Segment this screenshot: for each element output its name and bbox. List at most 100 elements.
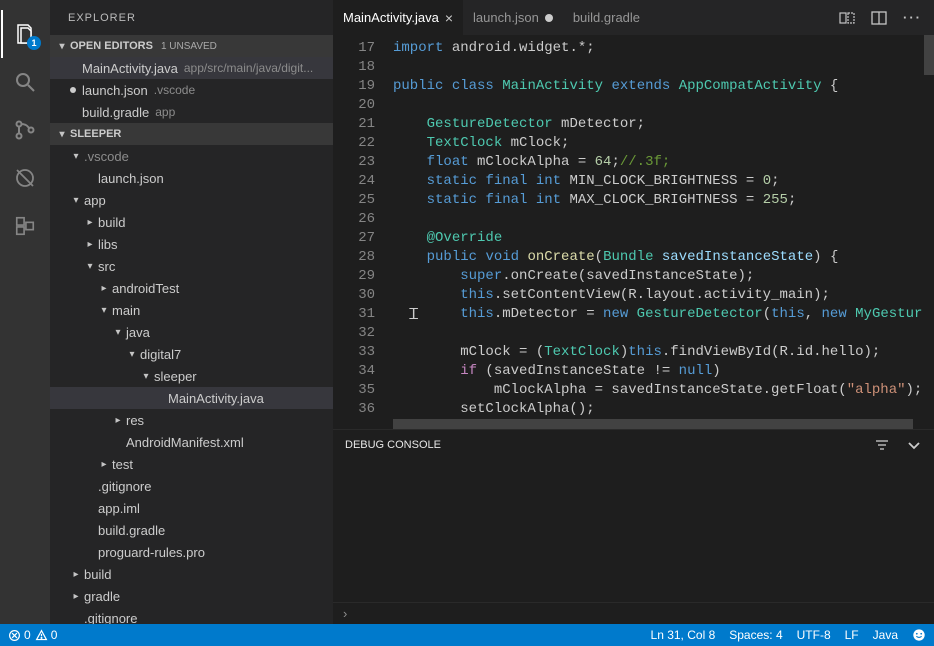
source-control-icon[interactable] [1,106,49,154]
folder-item[interactable]: ▾src [50,255,333,277]
chevron-down-icon[interactable] [906,437,922,453]
chevron-down-icon: ▾ [70,195,82,206]
spacer [154,393,166,404]
line-number: 31 [333,305,375,324]
close-icon[interactable]: × [445,10,453,26]
chevron-right-icon: ▸ [84,239,96,250]
file-item[interactable]: MainActivity.java [50,387,333,409]
file-item[interactable]: build.gradle [50,519,333,541]
compare-icon[interactable] [839,10,855,26]
folder-item[interactable]: ▾java [50,321,333,343]
editor-tab[interactable]: build.gradle [563,0,650,35]
file-item[interactable]: .gitignore [50,475,333,497]
folder-item[interactable]: ▾digital7 [50,343,333,365]
indentation-status[interactable]: Spaces: 4 [729,628,782,642]
more-icon[interactable]: ··· [903,10,922,25]
cursor-position[interactable]: Ln 31, Col 8 [651,628,716,642]
code-content[interactable]: import android.widget.*; public class Ma… [393,35,934,419]
minimap-scrollbar[interactable] [924,35,934,75]
tab-label: launch.json [473,10,539,25]
chevron-right-icon: ▸ [112,415,124,426]
search-icon[interactable] [1,58,49,106]
line-number: 28 [333,248,375,267]
folder-item[interactable]: ▾.vscode [50,145,333,167]
scrollbar-thumb[interactable] [393,419,913,429]
folder-item[interactable]: ▾sleeper [50,365,333,387]
line-number: 24 [333,172,375,191]
encoding-status[interactable]: UTF-8 [797,628,831,642]
open-editor-desc: app/src/main/java/digit... [184,61,313,75]
spacer [84,481,96,492]
open-editors-label: OPEN EDITORS [70,40,153,52]
workspace-label: SLEEPER [70,128,121,140]
horizontal-scrollbar[interactable] [333,419,934,429]
file-item[interactable]: .gitignore [50,607,333,624]
debug-console-output[interactable] [333,460,934,602]
chevron-right-icon: ▸ [70,591,82,602]
line-number: 36 [333,400,375,419]
chevron-down-icon: ▾ [70,151,82,162]
workspace-header[interactable]: ▾ SLEEPER [50,123,333,145]
line-number: 23 [333,153,375,172]
tab-actions: ··· [839,0,934,35]
open-editor-desc: .vscode [154,83,195,97]
line-number: 21 [333,115,375,134]
file-item[interactable]: launch.json [50,167,333,189]
eol-status[interactable]: LF [845,628,859,642]
language-status[interactable]: Java [873,628,898,642]
explorer-icon[interactable]: 1 [1,10,49,58]
chevron-right-icon: ▸ [70,569,82,580]
folder-item[interactable]: ▾app [50,189,333,211]
folder-item[interactable]: ▸res [50,409,333,431]
line-number: 20 [333,96,375,115]
folder-item[interactable]: ▸build [50,211,333,233]
text-cursor-icon: Ꮖ [409,306,419,325]
tab-bar: MainActivity.java× launch.json build.gradl… [333,0,934,35]
editor-tab[interactable]: launch.json [463,0,563,35]
folder-item[interactable]: ▸test [50,453,333,475]
split-editor-icon[interactable] [871,10,887,26]
debug-icon[interactable] [1,154,49,202]
debug-console-tab[interactable]: DEBUG CONSOLE [345,439,441,451]
open-editor-item[interactable]: MainActivity.javaapp/src/main/java/digit… [50,57,333,79]
open-editor-item[interactable]: launch.json.vscode [50,79,333,101]
open-editor-item[interactable]: build.gradleapp [50,101,333,123]
folder-item[interactable]: ▸gradle [50,585,333,607]
feedback-icon[interactable] [912,628,926,642]
folder-item[interactable]: ▸androidTest [50,277,333,299]
status-bar: 0 0 Ln 31, Col 8 Spaces: 4 UTF-8 LF Java [0,624,934,646]
code-editor[interactable]: 1718192021222324252627282930313233343536… [333,35,934,419]
editor-area: MainActivity.java× launch.json build.gradl… [333,0,934,624]
file-item[interactable]: app.iml [50,497,333,519]
folder-item[interactable]: ▸libs [50,233,333,255]
tree-item-label: app [84,193,106,208]
open-editors-header[interactable]: ▾ OPEN EDITORS 1 UNSAVED [50,35,333,57]
editor-tab[interactable]: MainActivity.java× [333,0,463,35]
modified-dot-icon [70,87,76,93]
file-item[interactable]: AndroidManifest.xml [50,431,333,453]
line-number: 35 [333,381,375,400]
file-item[interactable]: proguard-rules.pro [50,541,333,563]
line-number: 32 [333,324,375,343]
folder-item[interactable]: ▾main [50,299,333,321]
breadcrumb[interactable]: › [333,602,934,624]
sidebar: EXPLORER ▾ OPEN EDITORS 1 UNSAVED MainAc… [50,0,333,624]
activity-bar: 1 [0,0,50,624]
unsaved-count: 1 UNSAVED [161,41,217,52]
tree-item-label: .vscode [84,149,129,164]
tree-item-label: src [98,259,115,274]
extensions-icon[interactable] [1,202,49,250]
line-number: 19 [333,77,375,96]
spacer [70,613,82,624]
tree-item-label: digital7 [140,347,181,362]
chevron-down-icon: ▾ [126,349,138,360]
errors-status[interactable]: 0 [8,628,31,642]
tree-item-label: test [112,457,133,472]
tree-item-label: MainActivity.java [168,391,264,406]
chevron-right-icon: ▸ [98,283,110,294]
folder-item[interactable]: ▸build [50,563,333,585]
filter-icon[interactable] [874,437,890,453]
chevron-right-icon: ▸ [98,459,110,470]
warnings-status[interactable]: 0 [35,628,58,642]
tree-item-label: .gitignore [84,611,137,625]
